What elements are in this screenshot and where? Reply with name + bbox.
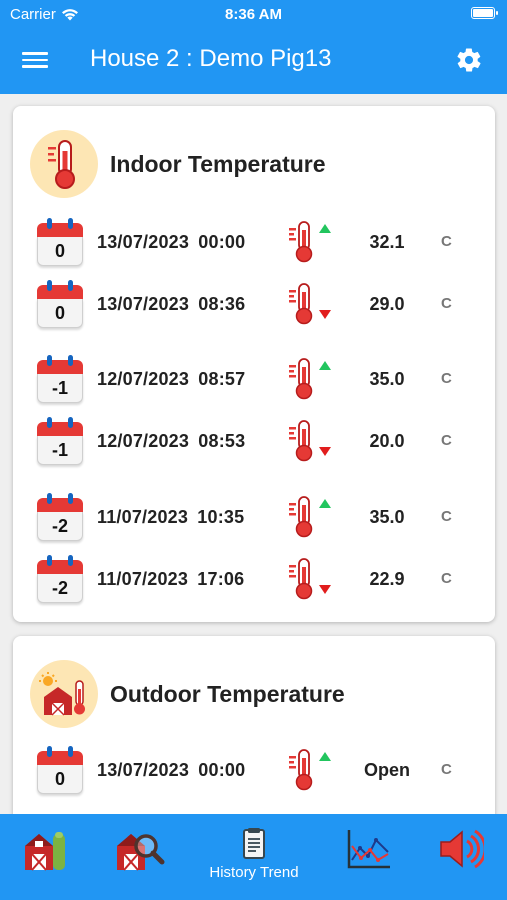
nav-chart[interactable] [346, 828, 392, 888]
thermometer-icon [30, 130, 98, 198]
card-header: Indoor Temperature [30, 130, 326, 198]
battery-icon [471, 7, 498, 19]
reading-row[interactable]: 0 13/07/2023 00:00 Open C [37, 744, 477, 796]
indoor-temperature-card: Indoor Temperature 0 13/07/2023 00:00 32.1… [13, 106, 495, 622]
reading-unit: C [441, 233, 452, 250]
temperature-down-icon [289, 283, 331, 325]
temperature-down-icon [289, 558, 331, 600]
temperature-up-icon [289, 358, 331, 400]
calendar-icon: 0 [37, 746, 83, 794]
nav-search-houses[interactable] [114, 828, 166, 888]
status-bar: Carrier 8:36 AM [0, 0, 507, 28]
reading-datetime: 13/07/2023 08:36 [97, 294, 246, 314]
line-chart-icon [347, 830, 390, 869]
card-title: Outdoor Temperature [110, 680, 345, 707]
reading-value: Open [363, 760, 410, 780]
reading-value: 29.0 [369, 294, 405, 314]
toolbar: House 2 : Demo Pig13 [0, 36, 507, 84]
day-offset: -1 [37, 374, 83, 403]
reading-value: 35.0 [369, 507, 405, 527]
calendar-icon: 0 [37, 280, 83, 328]
reading-value: 22.9 [369, 569, 405, 589]
reading-row[interactable]: 0 13/07/2023 00:00 32.1 C [37, 216, 477, 268]
reading-unit: C [441, 761, 452, 778]
outdoor-temperature-card: Outdoor Temperature 0 13/07/2023 00:00 Ope… [13, 636, 495, 814]
day-offset: -1 [37, 436, 83, 465]
card-title: Indoor Temperature [110, 150, 326, 177]
calendar-icon: -1 [37, 417, 83, 465]
reading-datetime: 12/07/2023 08:53 [97, 431, 246, 451]
reading-row[interactable]: 0 13/07/2023 08:36 29.0 C [37, 278, 477, 330]
temperature-up-icon [289, 496, 331, 538]
reading-row[interactable]: -2 11/07/2023 17:06 22.9 C [37, 553, 477, 605]
reading-row[interactable]: -2 11/07/2023 10:35 35.0 C [37, 491, 477, 543]
calendar-icon: 0 [37, 218, 83, 266]
reading-value: 32.1 [369, 232, 405, 252]
calendar-icon: -2 [37, 493, 83, 541]
day-offset: 0 [37, 237, 83, 266]
reading-unit: C [441, 370, 452, 387]
menu-button[interactable] [22, 49, 48, 71]
reading-unit: C [441, 570, 452, 587]
page-title: House 2 : Demo Pig13 [90, 45, 332, 72]
calendar-icon: -1 [37, 355, 83, 403]
reading-row[interactable]: -1 12/07/2023 08:57 35.0 C [37, 353, 477, 405]
reading-datetime: 12/07/2023 08:57 [97, 369, 246, 389]
barn-icon [25, 832, 65, 871]
day-offset: -2 [37, 512, 83, 541]
card-header: Outdoor Temperature [30, 660, 345, 728]
temperature-up-icon [289, 221, 331, 263]
gear-icon [457, 48, 481, 72]
barn-thermometer-icon [30, 660, 98, 728]
day-offset: 0 [37, 299, 83, 328]
calendar-icon: -2 [37, 555, 83, 603]
status-time: 8:36 AM [225, 6, 282, 23]
day-offset: 0 [37, 765, 83, 794]
nav-houses[interactable] [22, 828, 72, 888]
reading-datetime: 13/07/2023 00:00 [97, 760, 246, 780]
reading-datetime: 13/07/2023 00:00 [97, 232, 246, 252]
reading-datetime: 11/07/2023 17:06 [97, 569, 245, 589]
reading-value: 20.0 [369, 431, 405, 451]
content-area[interactable]: Indoor Temperature 0 13/07/2023 00:00 32.1… [0, 94, 507, 814]
reading-unit: C [441, 295, 452, 312]
nav-alarm[interactable] [438, 828, 484, 888]
reading-value: 35.0 [369, 369, 405, 389]
reading-row[interactable]: -1 12/07/2023 08:53 20.0 C [37, 415, 477, 467]
reading-datetime: 11/07/2023 10:35 [97, 507, 245, 527]
speaker-icon [440, 829, 484, 869]
app-bar: Carrier 8:36 AM House 2 : Demo Pig13 [0, 0, 507, 94]
temperature-down-icon [289, 420, 331, 462]
temperature-up-icon [289, 749, 331, 791]
barn-search-icon [117, 834, 165, 871]
bottom-navigation: History Trend [0, 814, 507, 900]
document-icon [243, 828, 265, 859]
nav-label: History Trend [209, 864, 299, 881]
settings-button[interactable] [455, 46, 483, 74]
nav-history-trend[interactable]: History Trend [196, 828, 312, 888]
day-offset: -2 [37, 574, 83, 603]
reading-unit: C [441, 432, 452, 449]
reading-unit: C [441, 508, 452, 525]
